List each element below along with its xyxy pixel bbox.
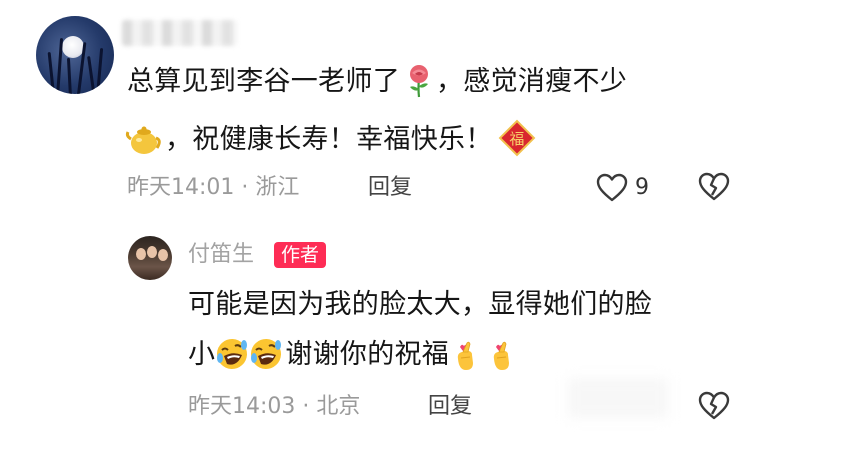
comment-line-2: ，祝健康长寿！幸福快乐！ — [165, 124, 493, 155]
comment-reply-button[interactable]: 回复 — [368, 174, 412, 202]
reply-line-2a: 小 — [188, 339, 216, 370]
reply-author-name[interactable]: 付笛生 — [188, 241, 254, 269]
meta-separator: · — [234, 175, 256, 200]
comment-meta: 昨天14:01 · 浙江 — [127, 174, 299, 202]
comment-time: 昨天14:01 — [127, 175, 235, 200]
rolling-laughing-emoji — [215, 337, 249, 371]
broken-heart-icon — [698, 172, 730, 201]
rose-emoji — [404, 64, 434, 98]
reply-text-line-2: 小 谢谢你的祝福 — [188, 337, 515, 373]
teapot-emoji — [125, 122, 161, 156]
reply-location: 北京 — [316, 394, 361, 419]
finger-heart-emoji — [487, 337, 515, 373]
rolling-laughing-emoji — [249, 337, 283, 371]
reply-reply-button[interactable]: 回复 — [428, 393, 472, 421]
comment-line-1-tail: ，感觉消瘦不少 — [436, 66, 628, 97]
reply-line-1: 可能是因为我的脸太大，显得她们的脸 — [188, 289, 653, 320]
commenter-avatar[interactable] — [36, 16, 114, 94]
broken-heart-icon — [698, 391, 730, 420]
comment-text-line-2: ，祝健康长寿！幸福快乐！ 福 — [125, 119, 535, 157]
heart-outline-icon — [596, 173, 628, 202]
reply-dislike-button[interactable] — [698, 391, 732, 423]
author-avatar[interactable] — [128, 236, 172, 280]
author-badge: 作者 — [274, 242, 327, 268]
comment-location: 浙江 — [255, 175, 300, 200]
commenter-name-blurred[interactable] — [122, 20, 238, 46]
reply-line-2b: 谢谢你的祝福 — [285, 339, 450, 370]
blur-smudge — [568, 378, 668, 418]
fu-blessing-emoji: 福 — [498, 119, 535, 157]
meta-separator: · — [295, 394, 317, 419]
reply-time: 昨天14:03 — [188, 394, 296, 419]
comment-line-1: 总算见到李谷一老师了 — [127, 66, 400, 97]
dislike-button[interactable] — [698, 172, 732, 204]
finger-heart-emoji — [451, 337, 479, 373]
comment-text-line-1: 总算见到李谷一老师了 ，感觉消瘦不少 — [127, 64, 627, 99]
svg-text:福: 福 — [509, 130, 524, 148]
like-button[interactable] — [596, 173, 630, 203]
like-count: 9 — [635, 175, 649, 200]
reply-meta: 昨天14:03 · 北京 — [188, 393, 360, 421]
